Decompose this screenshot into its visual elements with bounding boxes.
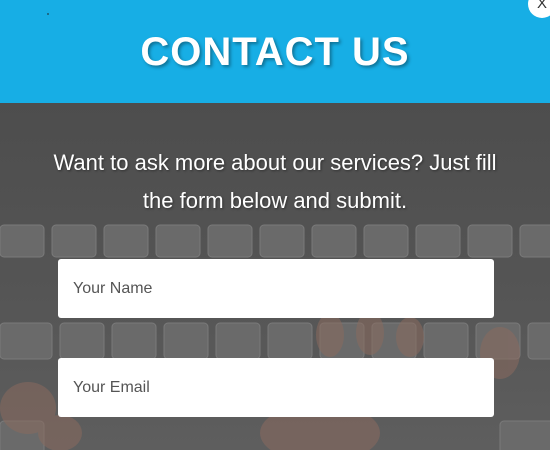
modal-title: CONTACT US [140, 30, 410, 74]
intro-text: Want to ask more about our services? Jus… [53, 150, 497, 213]
contact-modal: CONTACT US X Want to ask more about our … [0, 0, 550, 450]
email-field[interactable] [58, 358, 494, 417]
close-icon: X [536, 0, 547, 12]
modal-header: CONTACT US [0, 0, 550, 103]
name-field[interactable] [58, 259, 494, 318]
header-speck [47, 13, 49, 15]
